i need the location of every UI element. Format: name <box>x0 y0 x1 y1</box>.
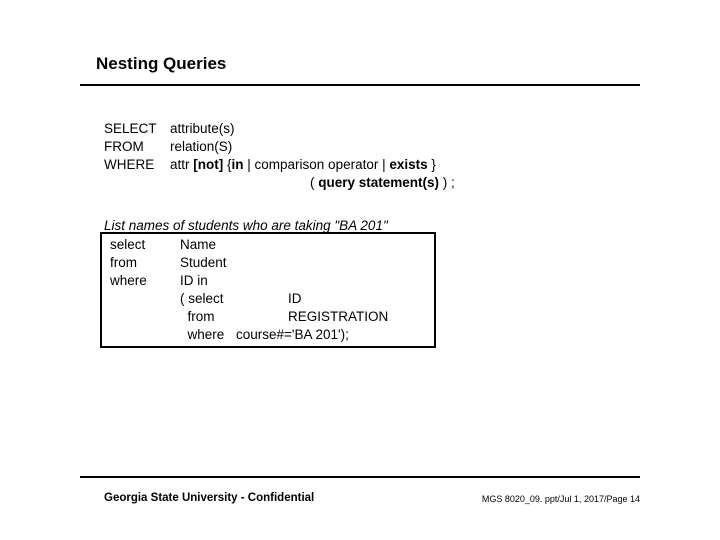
query-stmt-post: ) ; <box>439 175 455 190</box>
syntax-where-row: WHEREattr [not] {in | comparison operato… <box>104 156 455 174</box>
ex-select-row: selectName <box>110 236 388 254</box>
ex-kw-select: select <box>110 236 180 254</box>
syntax-select-row: SELECTattribute(s) <box>104 120 455 138</box>
val-where-in: in <box>232 157 244 172</box>
syntax-querystmt-row: ( query statement(s) ) ; <box>104 174 455 192</box>
val-where-post: } <box>428 157 436 172</box>
ex-sub-select-row: ( selectID <box>110 290 388 308</box>
footer-left: Georgia State University - Confidential <box>104 492 314 504</box>
syntax-block: SELECTattribute(s) FROMrelation(S) WHERE… <box>104 120 455 192</box>
ex-sub-val-where: course#='BA 201'); <box>236 327 349 342</box>
ex-val-select: Name <box>180 237 216 252</box>
slide-title: Nesting Queries <box>96 54 226 74</box>
ex-sub-kw-from: from <box>180 308 288 326</box>
ex-sub-kw-select: ( select <box>180 290 288 308</box>
val-where-mid1: { <box>223 157 231 172</box>
ex-sub-where-row: wherecourse#='BA 201'); <box>110 326 388 344</box>
val-select: attribute(s) <box>170 121 235 136</box>
syntax-from-row: FROMrelation(S) <box>104 138 455 156</box>
ex-kw-where: where <box>110 272 180 290</box>
query-stmt-pre: ( <box>310 175 318 190</box>
ex-from-row: fromStudent <box>110 254 388 272</box>
footer-right: MGS 8020_09. ppt/Jul 1, 2017/Page 14 <box>482 494 640 504</box>
example-block: selectName fromStudent whereID in ( sele… <box>110 236 388 344</box>
rule-bottom <box>80 476 640 478</box>
ex-kw-from: from <box>110 254 180 272</box>
val-where-exists: exists <box>389 157 427 172</box>
query-stmt-bold: query statement(s) <box>318 175 439 190</box>
ex-val-where: ID in <box>180 273 208 288</box>
ex-where-row: whereID in <box>110 272 388 290</box>
example-prompt: List names of students who are taking "B… <box>104 218 388 233</box>
val-from: relation(S) <box>170 139 232 154</box>
ex-val-from: Student <box>180 255 227 270</box>
kw-select: SELECT <box>104 120 170 138</box>
kw-from: FROM <box>104 138 170 156</box>
kw-where: WHERE <box>104 156 170 174</box>
ex-sub-from-row: fromREGISTRATION <box>110 308 388 326</box>
val-where-pre: attr <box>170 157 193 172</box>
rule-top <box>80 84 640 86</box>
ex-sub-val-from: REGISTRATION <box>288 309 388 324</box>
val-where-not: [not] <box>193 157 223 172</box>
ex-sub-kw-where: where <box>180 326 236 344</box>
slide: Nesting Queries SELECTattribute(s) FROMr… <box>0 0 720 540</box>
val-where-mid2: | comparison operator | <box>244 157 390 172</box>
ex-sub-val-select: ID <box>288 291 302 306</box>
